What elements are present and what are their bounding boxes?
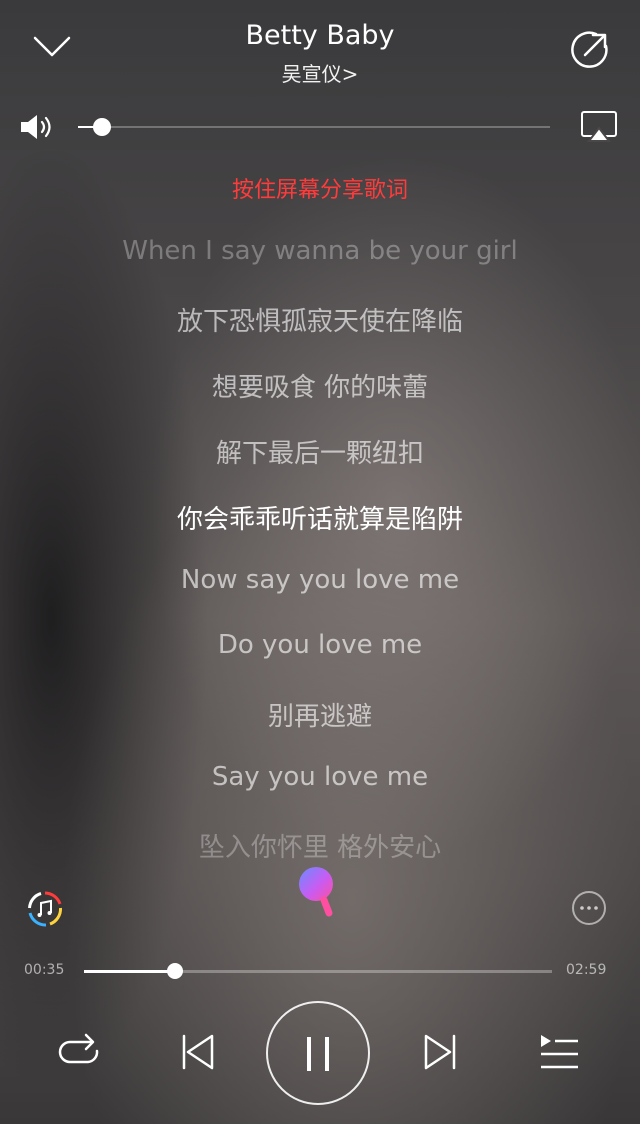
share-button[interactable] (570, 30, 610, 70)
volume-button[interactable] (18, 112, 58, 142)
playlist-button[interactable] (27, 891, 63, 927)
repeat-icon (58, 1033, 99, 1064)
lyric-line: When I say wanna be your girl (122, 236, 518, 266)
next-button[interactable] (420, 1032, 460, 1072)
lyric-line: Do you love me (217, 630, 423, 660)
speaker-icon (21, 115, 51, 139)
lyric-line-current: 你会乖乖听话就算是陷阱 (176, 505, 463, 535)
queue-icon (541, 1035, 578, 1069)
progress-fill (84, 970, 175, 973)
duration-time: 02:59 (566, 962, 607, 978)
lyric-line: 别再逃避 (267, 702, 372, 732)
share-lyrics-hint: 按住屏幕分享歌词 (231, 178, 408, 203)
pause-icon (307, 1037, 329, 1071)
mic-button[interactable] (296, 866, 342, 922)
airplay-icon (581, 111, 617, 142)
previous-icon (182, 1034, 214, 1070)
next-icon (424, 1034, 456, 1070)
music-ring-icon (28, 891, 63, 927)
lyric-line: 放下恐惧孤寂天使在降临 (176, 307, 463, 337)
volume-slider-knob[interactable] (93, 118, 111, 136)
lyric-line: Now say you love me (180, 565, 460, 595)
pause-button[interactable] (266, 1001, 370, 1105)
lyric-line: Say you love me (211, 762, 429, 792)
queue-button[interactable] (538, 1032, 580, 1072)
lyric-line: 坠入你怀里 格外安心 (198, 833, 442, 863)
song-title: Betty Baby (245, 20, 395, 51)
more-button[interactable] (572, 891, 606, 925)
artist-link[interactable]: 吴宣仪> (0, 58, 640, 87)
airplay-button[interactable] (580, 110, 618, 144)
progress-bar[interactable] (84, 963, 552, 979)
lyric-line: 想要吸食 你的味蕾 (211, 373, 429, 403)
lyric-line: 解下最后一颗纽扣 (215, 439, 424, 469)
repeat-button[interactable] (56, 1032, 102, 1072)
mic-icon (299, 867, 333, 917)
elapsed-time: 00:35 (24, 962, 65, 978)
share-icon (571, 31, 608, 68)
volume-slider[interactable] (78, 118, 550, 136)
previous-button[interactable] (178, 1032, 218, 1072)
more-icon (580, 906, 598, 910)
progress-knob[interactable] (167, 963, 183, 979)
